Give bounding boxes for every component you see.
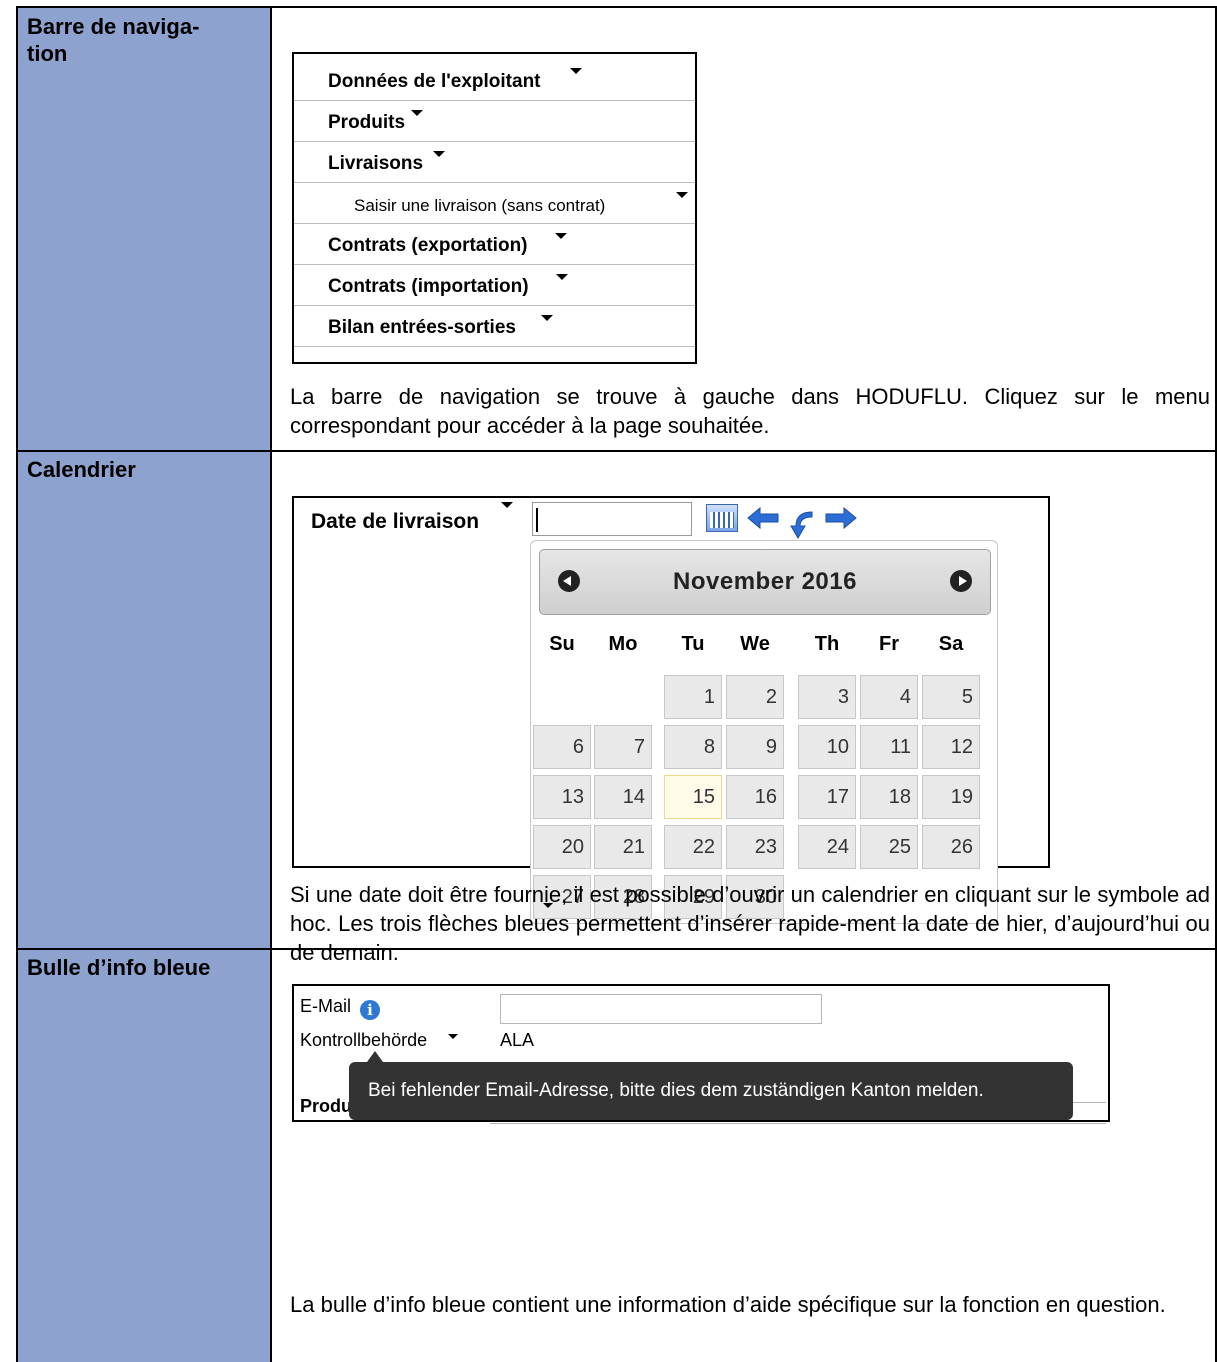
nav-item-contracts-export[interactable]: Contrats (exportation)	[294, 223, 695, 265]
nav-item-balance[interactable]: Bilan entrées-sorties	[294, 305, 695, 347]
date-input[interactable]	[532, 502, 692, 536]
calendar-day[interactable]: 1	[664, 675, 722, 719]
calendar-day[interactable]: 6	[533, 725, 591, 769]
arrow-down-curved-icon[interactable]	[788, 508, 818, 540]
calendar-day[interactable]: 4	[860, 675, 918, 719]
caret-down-icon	[676, 192, 688, 198]
nav-item-products[interactable]: Produits	[294, 100, 695, 142]
calendar-day[interactable]: 11	[860, 725, 918, 769]
calendar-heading: Calendrier	[27, 457, 136, 482]
navigation-bar-screenshot: Données de l'exploitant Produits Livrais…	[292, 52, 697, 364]
nav-item-contracts-import[interactable]: Contrats (importation)	[294, 264, 695, 306]
nav-heading: Barre de naviga- tion	[27, 13, 199, 67]
calendar-day[interactable]: 19	[922, 775, 980, 819]
arrow-right-icon[interactable]	[824, 506, 858, 530]
weekday-label: Mo	[608, 633, 638, 655]
calendar-day[interactable]: 20	[533, 825, 591, 869]
calendar-day[interactable]: 12	[922, 725, 980, 769]
weekday-label: We	[740, 633, 770, 655]
calendar-day[interactable]: 26	[922, 825, 980, 869]
datepicker-header: November 2016	[539, 549, 991, 615]
calendar-day[interactable]: 7	[594, 725, 652, 769]
nav-heading-line: Barre de naviga-	[27, 14, 200, 39]
caret-down-icon	[411, 110, 423, 116]
authority-label: Kontrollbehörde	[300, 1030, 428, 1050]
caret-down-icon	[501, 502, 513, 508]
weekday-label: Tu	[681, 633, 705, 655]
rule	[16, 6, 18, 1362]
calendar-paragraph: Si une date doit être fournie, il est po…	[290, 882, 1210, 965]
rule	[16, 6, 1217, 8]
nav-item-label: Données de l'exploitant	[328, 71, 541, 92]
caret-down-icon	[541, 315, 553, 321]
datepicker-popup: November 2016 Su Mo Tu We Th Fr Sa 1 2 3 4 5 6 7 8 9 10…	[530, 540, 998, 924]
caret-down-icon	[556, 274, 568, 280]
doc-table: Barre de naviga- tion Calendrier Bulle d…	[0, 0, 1217, 1362]
calendar-day[interactable]: 18	[860, 775, 918, 819]
calendar-screenshot: Date de livraison November 2016 Su Mo Tu We…	[292, 496, 1050, 924]
date-label: Date de livraison	[311, 510, 480, 533]
calendar-day[interactable]: 24	[798, 825, 856, 869]
nav-item-operator-data[interactable]: Données de l'exploitant	[294, 54, 695, 101]
calendar-day[interactable]: 2	[726, 675, 784, 719]
nav-item-label: Bilan entrées-sorties	[328, 317, 516, 338]
nav-item-label: Produits	[328, 112, 406, 133]
weekday-label: Fr	[879, 633, 899, 655]
info-bubble-screenshot: E-Mail i Kontrollbehörde ALA Produkt Bei…	[292, 984, 1110, 1124]
calendar-day[interactable]: 14	[594, 775, 652, 819]
calendar-day[interactable]: 21	[594, 825, 652, 869]
arrow-left-icon[interactable]	[746, 506, 780, 530]
nav-item-label: Livraisons	[328, 153, 424, 174]
nav-item-label: Contrats (exportation)	[328, 235, 528, 256]
info-paragraph: La bulle d’info bleue contient une infor…	[290, 1292, 1166, 1317]
caret-down-icon	[448, 1034, 458, 1039]
nav-paragraph: La barre de navigation se trouve à gauch…	[290, 384, 1210, 438]
calendar-day[interactable]: 3	[798, 675, 856, 719]
calendar-day[interactable]: 16	[726, 775, 784, 819]
caret-down-icon	[570, 68, 582, 74]
caret-down-icon	[433, 151, 445, 157]
calendar-day[interactable]: 13	[533, 775, 591, 819]
calendar-day[interactable]: 10	[798, 725, 856, 769]
calendar-day[interactable]: 5	[922, 675, 980, 719]
caret-down-icon	[555, 233, 567, 239]
weekday-label: Su	[549, 633, 575, 655]
calendar-day[interactable]: 8	[664, 725, 722, 769]
email-field[interactable]	[500, 994, 822, 1024]
nav-heading-line: tion	[27, 41, 68, 66]
calendar-icon[interactable]	[706, 504, 738, 532]
info-tooltip: Bei fehlender Email-Adresse, bitte dies …	[349, 1051, 1073, 1120]
nav-item-label: Contrats (importation)	[328, 276, 529, 297]
rule	[16, 450, 1217, 452]
calendar-day[interactable]: 25	[860, 825, 918, 869]
month-label: November 2016	[673, 568, 857, 595]
info-icon[interactable]: i	[360, 1000, 380, 1020]
rule	[270, 6, 272, 1362]
calendar-day[interactable]: 15	[664, 775, 722, 819]
nav-item-deliveries[interactable]: Livraisons	[294, 141, 695, 183]
calendar-day[interactable]: 9	[726, 725, 784, 769]
authority-value: ALA	[500, 1030, 535, 1050]
email-label: E-Mail	[300, 996, 352, 1016]
weekday-label: Sa	[938, 633, 964, 655]
calendar-day[interactable]: 22	[664, 825, 722, 869]
weekday-label: Th	[814, 633, 840, 655]
nav-item-enter-delivery[interactable]: Saisir une livraison (sans contrat)	[294, 182, 695, 224]
nav-item-label: Saisir une livraison (sans contrat)	[354, 196, 606, 215]
next-month-icon[interactable]	[950, 570, 972, 592]
info-heading: Bulle d’info bleue	[27, 955, 211, 980]
calendar-day[interactable]: 17	[798, 775, 856, 819]
calendar-day[interactable]: 23	[726, 825, 784, 869]
label-column	[17, 7, 270, 1362]
